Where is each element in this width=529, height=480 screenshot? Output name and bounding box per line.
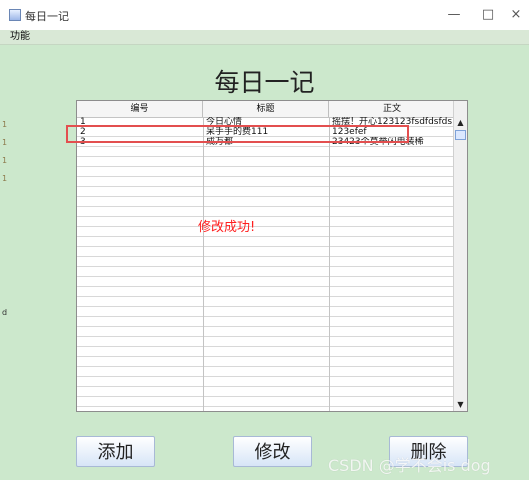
table-scrollbar[interactable]: ▲ ▼ — [453, 101, 467, 411]
add-button[interactable]: 添加 — [76, 436, 155, 467]
close-button[interactable]: × — [506, 6, 526, 24]
selected-row-highlight — [66, 125, 409, 143]
entries-table: 编号 标题 正文 1 今日心情 摇摆！开心123123fsdfdsfds 2 呆… — [76, 100, 468, 412]
status-message: 修改成功! — [198, 220, 256, 235]
edge-mark: d — [2, 308, 8, 317]
column-divider — [329, 117, 330, 411]
scroll-up-icon[interactable]: ▲ — [454, 117, 467, 129]
edge-mark: 1 — [2, 174, 8, 183]
header-body: 正文 — [382, 104, 401, 114]
header-title: 标题 — [203, 101, 329, 117]
scroll-thumb[interactable] — [455, 130, 466, 140]
page-title: 每日一记 — [214, 68, 315, 97]
scroll-down-icon[interactable]: ▼ — [454, 399, 467, 411]
edge-mark: 1 — [2, 156, 8, 165]
minimize-button[interactable]: — — [444, 6, 464, 24]
column-divider — [203, 117, 204, 411]
edge-mark: 1 — [2, 120, 8, 129]
app-icon — [9, 9, 21, 21]
window-title-bar: 每日一记 — □ × — [0, 0, 529, 31]
header-id: 编号 — [77, 101, 203, 117]
menu-bar: 功能 — [0, 30, 529, 45]
watermark-text: CSDN @学不会is dog — [328, 456, 491, 475]
edit-button[interactable]: 修改 — [233, 436, 312, 467]
window-title: 每日一记 — [25, 10, 69, 23]
edge-mark: 1 — [2, 138, 8, 147]
maximize-button[interactable]: □ — [478, 6, 498, 24]
menu-function[interactable]: 功能 — [10, 30, 30, 44]
table-header: 编号 标题 正文 — [77, 101, 455, 118]
table-rows-area — [77, 117, 455, 411]
